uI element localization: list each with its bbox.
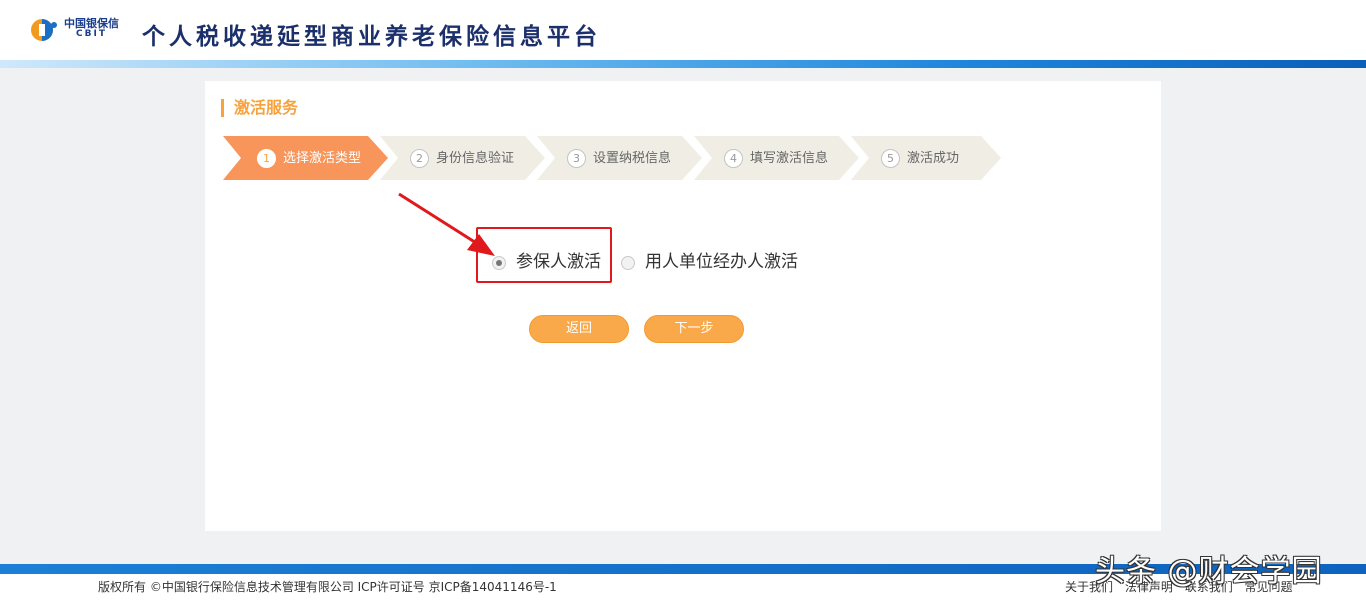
watermark: 头条 @财会学园 (1095, 554, 1323, 589)
red-arrow-icon (398, 192, 495, 256)
activation-panel: 激活服务 1 选择激活类型 2 身份信息验证 3 设置纳税信息 4 填写激活信息… (205, 81, 1161, 531)
step-5-label: 激活成功 (907, 151, 960, 166)
step-1-label: 选择激活类型 (283, 151, 362, 166)
step-5-number: 5 (881, 149, 900, 168)
back-button[interactable]: 返回 (529, 315, 629, 343)
step-4-label: 填写激活信息 (750, 151, 829, 166)
step-1: 1 选择激活类型 (223, 136, 388, 180)
logo-en: CBIT (76, 29, 107, 39)
section-title: 激活服务 (221, 99, 298, 117)
header: 中国银保信 CBIT 个人税收递延型商业养老保险信息平台 (0, 0, 1366, 60)
radio-employer-activation-label[interactable]: 用人单位经办人激活 (645, 251, 798, 273)
copyright-text: 版权所有 ©中国银行保险信息技术管理有限公司 ICP许可证号 京ICP备1404… (98, 580, 557, 594)
next-button[interactable]: 下一步 (644, 315, 744, 343)
logo-cn: 中国银保信 (64, 17, 119, 30)
radio-insured-activation-label[interactable]: 参保人激活 (516, 251, 601, 273)
step-1-number: 1 (257, 149, 276, 168)
step-progress: 1 选择激活类型 2 身份信息验证 3 设置纳税信息 4 填写激活信息 5 激活… (223, 136, 1003, 180)
step-2: 2 身份信息验证 (380, 136, 545, 180)
logo-text: 中国银保信 CBIT (64, 18, 119, 40)
step-5: 5 激活成功 (851, 136, 1001, 180)
cbit-logo-icon (31, 19, 57, 41)
step-4-number: 4 (724, 149, 743, 168)
header-stripe (0, 60, 1366, 68)
step-3: 3 设置纳税信息 (537, 136, 702, 180)
step-3-label: 设置纳税信息 (593, 151, 672, 166)
step-2-label: 身份信息验证 (436, 151, 515, 166)
step-2-number: 2 (410, 149, 429, 168)
step-4: 4 填写激活信息 (694, 136, 859, 180)
radio-employer-activation[interactable] (621, 256, 635, 270)
site-title: 个人税收递延型商业养老保险信息平台 (142, 24, 601, 50)
step-3-number: 3 (567, 149, 586, 168)
